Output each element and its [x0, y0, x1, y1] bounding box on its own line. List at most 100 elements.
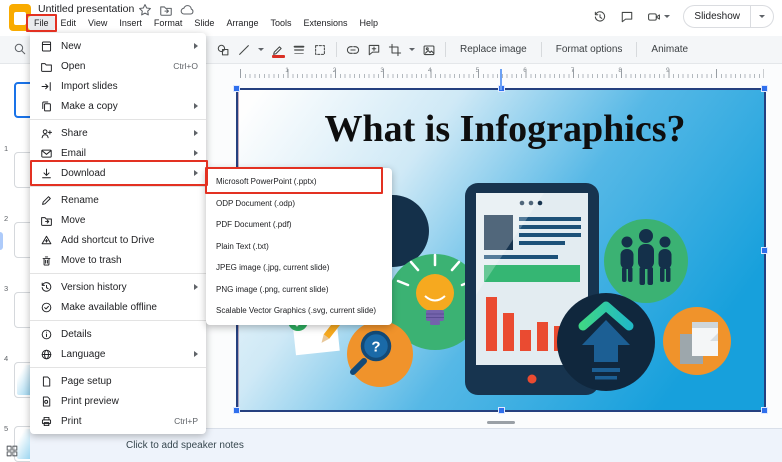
- rename-pencil-icon: [42, 195, 51, 205]
- printer-icon: [41, 416, 52, 426]
- slide-filmstrip: 1 2 3 4 5 6: [0, 64, 40, 462]
- import-icon: [41, 81, 51, 91]
- chevron-down-icon: [759, 15, 765, 18]
- version-history-icon[interactable]: [593, 10, 607, 24]
- shape-icon[interactable]: [216, 43, 230, 57]
- menu-item-move[interactable]: Move: [30, 210, 206, 230]
- speaker-notes-placeholder[interactable]: Click to add speaker notes: [126, 440, 244, 451]
- submenu-arrow-icon: [194, 284, 198, 290]
- format-options-button[interactable]: Format options: [551, 44, 628, 55]
- menu-item-download[interactable]: Download: [30, 163, 206, 183]
- version-history-icon: [41, 281, 52, 292]
- menubar-file[interactable]: File: [28, 16, 55, 30]
- resize-handle-e[interactable]: [761, 246, 768, 254]
- menus-search-icon[interactable]: [13, 42, 27, 56]
- menubar-format[interactable]: Format: [148, 16, 189, 30]
- print-preview-icon: [42, 395, 51, 407]
- resize-handle-nw[interactable]: [233, 85, 240, 92]
- slide-number: 2: [4, 214, 9, 223]
- resize-handle-se[interactable]: [761, 407, 768, 414]
- menubar-arrange[interactable]: Arrange: [220, 16, 264, 30]
- menu-item-email[interactable]: Email: [30, 143, 206, 163]
- submenu-item-pptx[interactable]: Microsoft PowerPoint (.pptx): [206, 171, 392, 193]
- documents-graphic: [663, 307, 731, 375]
- slideshow-dropdown[interactable]: [751, 15, 773, 18]
- menu-item-print-preview[interactable]: Print preview: [30, 391, 206, 411]
- menu-item-import-slides[interactable]: Import slides: [30, 76, 206, 96]
- document-title[interactable]: Untitled presentation: [38, 3, 134, 15]
- submenu-item-pdf[interactable]: PDF Document (.pdf): [206, 214, 392, 236]
- star-icon[interactable]: [138, 3, 152, 17]
- slide-number: 1: [4, 144, 9, 153]
- folder-open-icon: [41, 62, 52, 72]
- border-color-button[interactable]: [271, 43, 285, 58]
- menu-item-version-history[interactable]: Version history: [30, 277, 206, 297]
- slide-title[interactable]: What is Infographics?: [324, 108, 685, 150]
- submenu-arrow-icon: [194, 170, 198, 176]
- menu-item-move-to-trash[interactable]: Move to trash: [30, 250, 206, 270]
- slide-number: 4: [4, 354, 9, 363]
- offline-icon: [41, 302, 52, 312]
- menu-item-details[interactable]: Details: [30, 324, 206, 344]
- insert-link-icon[interactable]: [346, 43, 360, 57]
- submenu-item-txt[interactable]: Plain Text (.txt): [206, 236, 392, 258]
- menubar-help[interactable]: Help: [354, 16, 385, 30]
- line-dropdown-icon[interactable]: [258, 48, 264, 51]
- submenu-item-jpeg[interactable]: JPEG image (.jpg, current slide): [206, 257, 392, 279]
- ruler-number: 9: [665, 67, 670, 74]
- line-icon[interactable]: [237, 43, 251, 57]
- selection-guide-line: [500, 69, 502, 90]
- notes-resize-handle[interactable]: [487, 421, 515, 424]
- menu-item-add-shortcut-to-drive[interactable]: Add shortcut to Drive: [30, 230, 206, 250]
- menu-separator: [30, 119, 206, 120]
- menubar-tools[interactable]: Tools: [264, 16, 297, 30]
- toolbar-separator: [445, 42, 446, 57]
- toolbar-separator: [636, 42, 638, 57]
- menu-item-make-a-copy[interactable]: Make a copy: [30, 96, 206, 116]
- menu-item-new[interactable]: New: [30, 36, 206, 56]
- crop-dropdown-icon[interactable]: [409, 48, 415, 51]
- copy-icon: [42, 100, 51, 111]
- menu-item-make-available-offline[interactable]: Make available offline: [30, 297, 206, 317]
- ruler-number: 3: [380, 67, 384, 74]
- menubar-view[interactable]: View: [82, 16, 113, 30]
- panel-edge-tab[interactable]: [0, 232, 3, 250]
- replace-image-button[interactable]: Replace image: [455, 44, 532, 55]
- add-comment-icon[interactable]: [367, 43, 381, 57]
- toolbar-separator: [336, 42, 337, 57]
- comment-icon[interactable]: [620, 10, 634, 24]
- share-person-icon: [41, 128, 53, 138]
- menu-item-rename[interactable]: Rename: [30, 190, 206, 210]
- menu-item-language[interactable]: Language: [30, 344, 206, 364]
- submenu-item-svg[interactable]: Scalable Vector Graphics (.svg, current …: [206, 300, 392, 322]
- animate-button[interactable]: Animate: [646, 44, 693, 55]
- menubar-slide[interactable]: Slide: [188, 16, 220, 30]
- submenu-item-png[interactable]: PNG image (.png, current slide): [206, 279, 392, 301]
- move-to-folder-icon[interactable]: [159, 3, 173, 17]
- app-header: Untitled presentation File Edit View Ins…: [0, 0, 782, 36]
- border-weight-icon[interactable]: [292, 43, 306, 57]
- submenu-item-odp[interactable]: ODP Document (.odp): [206, 193, 392, 215]
- resize-handle-sw[interactable]: [233, 407, 240, 414]
- ruler-number: 4: [427, 67, 432, 74]
- slideshow-button[interactable]: Slideshow: [683, 5, 774, 28]
- menu-separator: [30, 186, 206, 187]
- info-icon: [41, 329, 52, 339]
- menu-item-print[interactable]: Print Ctrl+P: [30, 411, 206, 431]
- resize-handle-ne[interactable]: [761, 85, 768, 92]
- menubar-edit[interactable]: Edit: [55, 16, 83, 30]
- resize-handle-s[interactable]: [497, 407, 505, 414]
- menubar-extensions[interactable]: Extensions: [297, 16, 353, 30]
- menu-item-share[interactable]: Share: [30, 123, 206, 143]
- mask-image-icon[interactable]: [422, 43, 436, 57]
- move-folder-icon: [41, 216, 52, 226]
- present-to-meeting-button[interactable]: [647, 10, 671, 24]
- border-dash-icon[interactable]: [313, 43, 327, 57]
- crop-icon[interactable]: [388, 43, 402, 57]
- grid-view-icon[interactable]: [5, 444, 19, 458]
- cloud-saved-icon[interactable]: [180, 3, 194, 17]
- menu-item-open[interactable]: Open Ctrl+O: [30, 56, 206, 76]
- menubar-insert[interactable]: Insert: [113, 16, 148, 30]
- ruler-number: 8: [618, 67, 622, 74]
- menu-item-page-setup[interactable]: Page setup: [30, 371, 206, 391]
